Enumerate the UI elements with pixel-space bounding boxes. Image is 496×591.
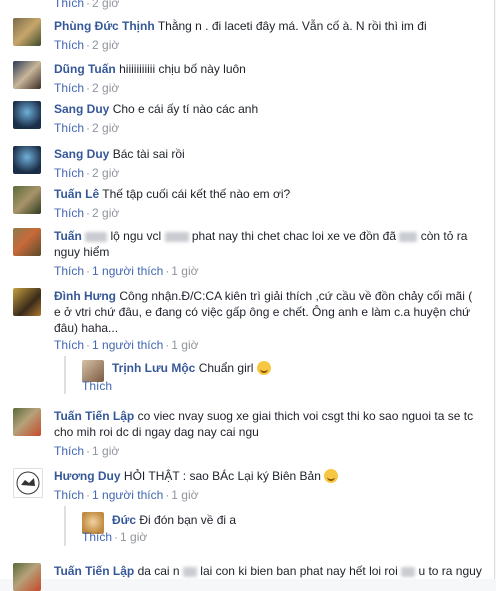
comment-meta: Thích · 1 người thích · 1 giờ bbox=[54, 338, 199, 352]
comment-body: Đức Đi đón bạn về đi a bbox=[112, 512, 482, 528]
redacted-text bbox=[182, 566, 197, 577]
avatar[interactable] bbox=[13, 186, 41, 214]
comment-text: Cho e cái ấy tí nào các anh bbox=[112, 102, 259, 116]
comment-meta: Thích · 2 giờ bbox=[54, 121, 120, 135]
like-link[interactable]: Thích bbox=[54, 38, 84, 52]
comments-panel: Thích · 2 giờ Phùng Đức Thịnh Thằng n . đi… bbox=[0, 0, 495, 591]
comment-text: Thằng n . đi laceti đây má. Vẫn cố à. N … bbox=[157, 19, 427, 33]
like-link[interactable]: Thích bbox=[54, 264, 84, 278]
redacted-text bbox=[401, 566, 416, 577]
comment-text: Thế tập cuối cái kết thế nào em ơi? bbox=[102, 187, 291, 201]
commenter-name[interactable]: Đình Hưng bbox=[54, 289, 116, 303]
like-link[interactable]: Thích bbox=[54, 206, 84, 220]
comment-body: Sang Duy Cho e cái ấy tí nào các anh bbox=[54, 101, 482, 117]
comment-meta: Thích · 1 giờ bbox=[82, 530, 148, 544]
likes-count-link[interactable]: 1 người thích bbox=[92, 488, 163, 502]
comment-body: Trịnh Lưu Mộc Chuẩn girl bbox=[112, 360, 482, 376]
timestamp: 2 giờ bbox=[92, 38, 120, 52]
comment-body: Tuấn Lê Thế tập cuối cái kết thế nào em … bbox=[54, 186, 482, 202]
comment-text: hiiiiiiiiiii chịu bố này luôn bbox=[119, 62, 246, 76]
timestamp: 1 giờ bbox=[92, 444, 120, 458]
timestamp: 2 giờ bbox=[92, 206, 120, 220]
commenter-name[interactable]: Tuấn Lê bbox=[54, 187, 99, 201]
comment-text: u to ra nguy bbox=[418, 564, 482, 578]
comment-meta: Thích · 1 giờ bbox=[54, 444, 120, 458]
comment-meta: Thích · 2 giờ bbox=[54, 206, 120, 220]
like-link[interactable]: Thích bbox=[82, 379, 112, 393]
timestamp: 2 giờ bbox=[92, 166, 120, 180]
commenter-name[interactable]: Phùng Đức Thịnh bbox=[54, 19, 155, 33]
commenter-name[interactable]: Đức bbox=[112, 513, 136, 527]
comment-body: Tuấn Tiến Lập da cai n lai con ki bien b… bbox=[54, 563, 482, 579]
smiling-emoji-icon bbox=[324, 469, 339, 483]
timestamp: 1 giờ bbox=[171, 264, 199, 278]
comment-meta: Thích · 2 giờ bbox=[54, 0, 119, 10]
commenter-name[interactable]: Tuấn bbox=[54, 229, 82, 243]
comment-meta: Thích · 2 giờ bbox=[54, 166, 120, 180]
comment-body: Tuấn Tiến Lập co viec nvay suog xe giai … bbox=[54, 408, 482, 440]
like-link[interactable]: Thích bbox=[54, 81, 84, 95]
like-link[interactable]: Thích bbox=[54, 488, 84, 502]
avatar[interactable] bbox=[13, 61, 41, 89]
commenter-name[interactable]: Sang Duy bbox=[54, 147, 109, 161]
avatar[interactable] bbox=[13, 288, 41, 316]
avatar[interactable] bbox=[13, 146, 41, 174]
like-link[interactable]: Thích bbox=[54, 0, 84, 10]
like-link[interactable]: Thích bbox=[54, 444, 84, 458]
avatar[interactable] bbox=[13, 18, 41, 46]
commenter-name[interactable]: Hương Duy bbox=[54, 469, 121, 483]
comment-meta: Thích · 1 người thích · 1 giờ bbox=[54, 488, 199, 502]
comment-text: Đi đón bạn về đi a bbox=[139, 513, 237, 527]
avatar[interactable] bbox=[13, 101, 41, 129]
timestamp: 1 giờ bbox=[171, 338, 199, 352]
comment-body: Dũng Tuấn hiiiiiiiiiii chịu bố này luôn bbox=[54, 61, 482, 77]
comment-text: lộ ngu vcl bbox=[110, 229, 162, 243]
reply-thread-line bbox=[64, 356, 66, 394]
comment-body: Sang Duy Bác tài sai rồi bbox=[54, 146, 482, 162]
like-link[interactable]: Thích bbox=[54, 121, 84, 135]
comment-meta: Thích · 1 người thích · 1 giờ bbox=[54, 264, 199, 278]
comment-text: phat nay thi chet chac loi xe ve đồn đã bbox=[191, 229, 396, 243]
logo-icon bbox=[16, 471, 40, 495]
comment-text: Chuẩn girl bbox=[198, 361, 254, 375]
comment-text: da cai n bbox=[137, 564, 180, 578]
avatar[interactable] bbox=[13, 408, 41, 436]
timestamp: 1 giờ bbox=[171, 488, 199, 502]
comment-text: lai con ki bien ban phat nay hết loi roi bbox=[200, 564, 398, 578]
commenter-name[interactable]: Sang Duy bbox=[54, 102, 109, 116]
comment-meta: Thích bbox=[82, 379, 112, 393]
commenter-name[interactable]: Dũng Tuấn bbox=[54, 62, 116, 76]
like-link[interactable]: Thích bbox=[82, 530, 112, 544]
comment-body: Tuấn lộ ngu vcl phat nay thi chet chac l… bbox=[54, 228, 482, 260]
timestamp: 2 giờ bbox=[92, 81, 120, 95]
laughing-emoji-icon bbox=[256, 361, 271, 375]
comment-text: HỎI THẬT : sao BÁc Lại ký Biên Bản bbox=[123, 469, 321, 483]
like-link[interactable]: Thích bbox=[54, 166, 84, 180]
comment-text: Bác tài sai rồi bbox=[112, 147, 185, 161]
redacted-text bbox=[164, 231, 189, 242]
likes-count-link[interactable]: 1 người thích bbox=[92, 338, 163, 352]
avatar[interactable] bbox=[13, 228, 41, 256]
commenter-name[interactable]: Trịnh Lưu Mộc bbox=[112, 361, 195, 375]
comment-body: Phùng Đức Thịnh Thằng n . đi laceti đây … bbox=[54, 18, 482, 34]
commenter-name[interactable]: Tuấn Tiến Lập bbox=[54, 564, 134, 578]
comment-meta: Thích · 2 giờ bbox=[54, 38, 120, 52]
likes-count-link[interactable]: 1 người thích bbox=[92, 264, 163, 278]
timestamp: 2 giờ bbox=[92, 121, 120, 135]
redacted-text bbox=[85, 231, 108, 242]
reply-thread-line bbox=[64, 506, 66, 546]
comment-body: Hương Duy HỎI THẬT : sao BÁc Lại ký Biên… bbox=[54, 468, 482, 484]
timestamp: 1 giờ bbox=[120, 530, 148, 544]
comment-body: Đình Hưng Công nhận.Đ/C:CA kiên trì giải… bbox=[54, 288, 482, 336]
redacted-text bbox=[399, 231, 418, 242]
like-link[interactable]: Thích bbox=[54, 338, 84, 352]
avatar[interactable] bbox=[13, 563, 41, 591]
timestamp: 2 giờ bbox=[92, 0, 120, 10]
avatar[interactable] bbox=[13, 468, 43, 498]
commenter-name[interactable]: Tuấn Tiến Lập bbox=[54, 409, 134, 423]
comment-meta: Thích · 2 giờ bbox=[54, 81, 120, 95]
comment-text: Công nhận.Đ/C:CA kiên trì giải thích ,cứ… bbox=[54, 289, 473, 335]
